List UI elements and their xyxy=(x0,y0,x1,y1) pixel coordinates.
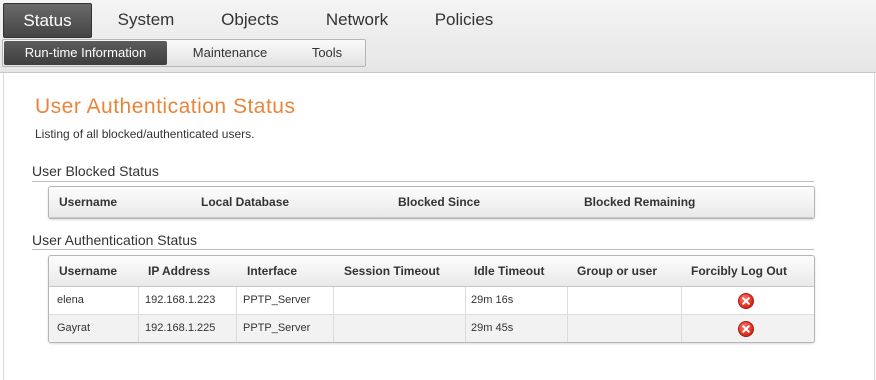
auth-users-table: Username IP Address Interface Session Ti… xyxy=(48,255,815,343)
column-divider xyxy=(138,287,139,314)
column-divider xyxy=(681,315,682,342)
column-divider xyxy=(333,315,334,342)
column-divider xyxy=(465,315,466,342)
col-forcibly-log-out[interactable]: Forcibly Log Out xyxy=(691,256,787,286)
cell-interface: PPTP_Server xyxy=(243,322,311,334)
col-interface[interactable]: Interface xyxy=(247,256,297,286)
column-divider xyxy=(567,287,568,314)
column-divider xyxy=(236,287,237,314)
blocked-users-table: Username Local Database Blocked Since Bl… xyxy=(48,186,815,219)
blocked-section-title: User Blocked Status xyxy=(32,163,159,179)
cell-ip-address: 192.168.1.223 xyxy=(145,294,216,306)
section-divider xyxy=(32,181,814,182)
cell-ip-address: 192.168.1.225 xyxy=(145,322,216,334)
col-idle-timeout[interactable]: Idle Timeout xyxy=(474,256,544,286)
column-divider xyxy=(567,315,568,342)
column-divider xyxy=(465,287,466,314)
subtab-maintenance[interactable]: Maintenance xyxy=(175,41,285,65)
tab-objects[interactable]: Objects xyxy=(206,3,294,36)
col-blocked-remaining[interactable]: Blocked Remaining xyxy=(584,187,695,217)
col-local-database[interactable]: Local Database xyxy=(201,187,289,217)
section-divider xyxy=(32,249,814,250)
col-group-or-user[interactable]: Group or user xyxy=(577,256,657,286)
col-username[interactable]: Username xyxy=(59,187,117,217)
table-header: Username Local Database Blocked Since Bl… xyxy=(49,187,814,218)
sub-navigation: Run-time Information Maintenance Tools xyxy=(2,39,366,67)
col-ip-address[interactable]: IP Address xyxy=(148,256,210,286)
column-divider xyxy=(333,287,334,314)
tab-policies[interactable]: Policies xyxy=(421,3,507,36)
cell-idle-timeout: 29m 45s xyxy=(471,322,514,334)
tab-status[interactable]: Status xyxy=(3,3,92,38)
table-row[interactable]: elena 192.168.1.223 PPTP_Server 29m 16s xyxy=(49,287,814,315)
col-blocked-since[interactable]: Blocked Since xyxy=(398,187,480,217)
column-divider xyxy=(138,315,139,342)
cell-interface: PPTP_Server xyxy=(243,294,311,306)
cell-idle-timeout: 29m 16s xyxy=(471,294,514,306)
cell-username: elena xyxy=(57,294,84,306)
table-header: Username IP Address Interface Session Ti… xyxy=(49,256,814,287)
page-description: Listing of all blocked/authenticated use… xyxy=(35,127,255,141)
subtab-runtime-information[interactable]: Run-time Information xyxy=(4,41,167,65)
tab-network[interactable]: Network xyxy=(310,3,404,36)
auth-section-title: User Authentication Status xyxy=(32,232,197,248)
col-session-timeout[interactable]: Session Timeout xyxy=(344,256,440,286)
subtab-tools[interactable]: Tools xyxy=(293,41,361,65)
force-logout-icon[interactable] xyxy=(738,321,754,337)
col-username[interactable]: Username xyxy=(59,256,117,286)
table-row[interactable]: Gayrat 192.168.1.225 PPTP_Server 29m 45s xyxy=(49,315,814,342)
force-logout-icon[interactable] xyxy=(738,293,754,309)
tab-system[interactable]: System xyxy=(103,3,189,36)
cell-username: Gayrat xyxy=(57,322,91,334)
top-navigation: Status System Objects Network Policies R… xyxy=(0,0,876,73)
column-divider xyxy=(681,287,682,314)
page-title: User Authentication Status xyxy=(35,95,296,118)
column-divider xyxy=(236,315,237,342)
